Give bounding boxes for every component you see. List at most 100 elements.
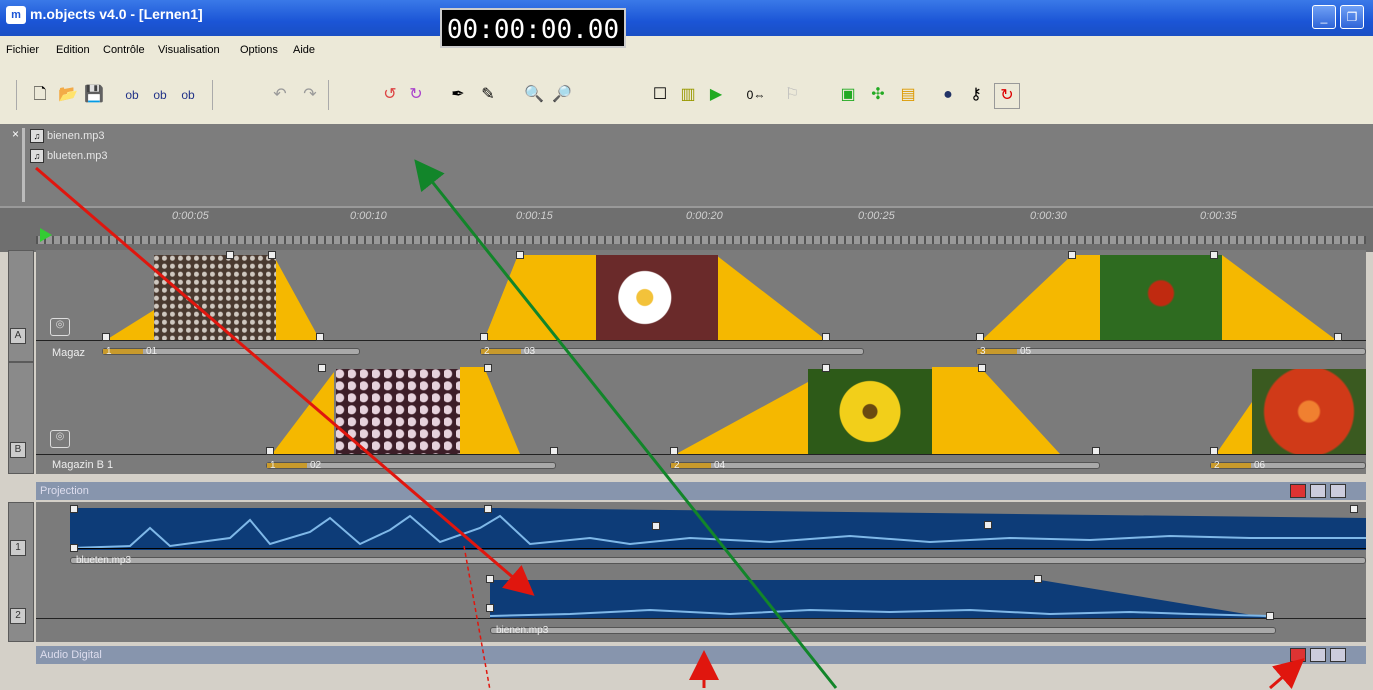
- audio-clip-bar[interactable]: [70, 557, 1366, 564]
- keyframe-handle[interactable]: [102, 333, 110, 341]
- keyframe-handle[interactable]: [268, 251, 276, 259]
- copy-icon[interactable]: [1310, 648, 1326, 662]
- slide-image[interactable]: [1100, 255, 1222, 340]
- obj-icon[interactable]: ob: [176, 83, 200, 107]
- volume-handle[interactable]: [1266, 612, 1274, 620]
- volume-handle[interactable]: [486, 575, 494, 583]
- keyframe-handle[interactable]: [550, 447, 558, 455]
- fade-ramp: [272, 372, 334, 454]
- zoom-in-icon[interactable]: 🔍: [522, 83, 546, 107]
- rotate-right-icon[interactable]: ↻: [404, 83, 428, 107]
- audio-clip-name: bienen.mp3: [496, 625, 549, 636]
- frame-icon[interactable]: ☐: [648, 83, 672, 107]
- keyframe-handle[interactable]: [1092, 447, 1100, 455]
- pen-icon[interactable]: ✎: [476, 83, 500, 107]
- list-item[interactable]: ♫ bienen.mp3: [30, 128, 105, 144]
- menu-fichier[interactable]: Fichier: [6, 44, 39, 56]
- audio-clip-bar[interactable]: [490, 627, 1276, 634]
- obj-add-icon[interactable]: ob: [120, 83, 144, 107]
- keyframe-handle[interactable]: [978, 364, 986, 372]
- keyframe-handle[interactable]: [316, 333, 324, 341]
- ruler-label: 0:00:35: [1200, 210, 1237, 222]
- keyframe-handle[interactable]: [1068, 251, 1076, 259]
- keyframe-handle[interactable]: [266, 447, 274, 455]
- undo-icon[interactable]: ↶: [268, 83, 292, 107]
- wand-icon[interactable]: ✒: [446, 83, 470, 107]
- collapse-icon[interactable]: [1330, 484, 1346, 498]
- menu-controle[interactable]: Contrôle: [103, 44, 145, 56]
- open-icon[interactable]: 📂: [56, 83, 80, 107]
- obj-add2-icon[interactable]: ob: [148, 83, 172, 107]
- counter-icon[interactable]: 0⇔: [744, 83, 768, 107]
- keyframe-handle[interactable]: [822, 333, 830, 341]
- play-marker-icon[interactable]: [40, 228, 52, 242]
- volume-handle[interactable]: [70, 544, 78, 552]
- record-icon[interactable]: [1290, 484, 1306, 498]
- save-icon[interactable]: 💾: [82, 83, 106, 107]
- window-title: m.objects v4.0 - [Lernen1]: [30, 6, 203, 22]
- close-icon[interactable]: ×: [12, 127, 19, 141]
- keyframe-handle[interactable]: [976, 333, 984, 341]
- ruler-label: 0:00:05: [172, 210, 209, 222]
- slide-image[interactable]: [808, 369, 932, 454]
- menu-edition[interactable]: Edition: [56, 44, 90, 56]
- image-green-icon[interactable]: ▣: [836, 83, 860, 107]
- dots-icon[interactable]: ●: [936, 83, 960, 107]
- key-icon[interactable]: ⚷: [964, 83, 988, 107]
- keyframe-handle[interactable]: [822, 364, 830, 372]
- track-a-header: [8, 250, 34, 362]
- rotate-left-icon[interactable]: ↺: [378, 83, 402, 107]
- m.objects-icon[interactable]: m: [6, 6, 26, 24]
- keyframe-handle[interactable]: [670, 447, 678, 455]
- volume-handle[interactable]: [484, 505, 492, 513]
- copy-icon[interactable]: [1310, 484, 1326, 498]
- music-note-icon: ♫: [30, 149, 44, 164]
- slide-image[interactable]: [154, 255, 276, 340]
- menu-visualisation[interactable]: Visualisation: [158, 44, 220, 56]
- redo-icon[interactable]: ↷: [298, 83, 322, 107]
- keyframe-handle[interactable]: [226, 251, 234, 259]
- projection-section-bar: Projection: [36, 482, 1366, 500]
- film-icon[interactable]: ▥: [676, 83, 700, 107]
- menu-options[interactable]: Options: [240, 44, 278, 56]
- slide-bar[interactable]: [670, 462, 1100, 469]
- record-icon[interactable]: [1290, 648, 1306, 662]
- volume-handle[interactable]: [1034, 575, 1042, 583]
- image-move-icon[interactable]: ✣: [866, 83, 890, 107]
- new-icon[interactable]: 🗋: [28, 83, 52, 107]
- slide-bar[interactable]: [976, 348, 1366, 355]
- slide-image[interactable]: [596, 255, 718, 340]
- restore-button[interactable]: ❐: [1340, 5, 1364, 29]
- volume-handle[interactable]: [984, 521, 992, 529]
- slide-image[interactable]: [1252, 369, 1366, 454]
- play-icon[interactable]: ▶: [704, 83, 728, 107]
- volume-handle[interactable]: [486, 604, 494, 612]
- volume-handle[interactable]: [652, 522, 660, 530]
- keyframe-handle[interactable]: [1210, 447, 1218, 455]
- slide-bar[interactable]: [102, 348, 360, 355]
- keyframe-handle[interactable]: [318, 364, 326, 372]
- slide-number: 06: [1254, 460, 1266, 471]
- keyframe-handle[interactable]: [516, 251, 524, 259]
- volume-handle[interactable]: [70, 505, 78, 513]
- list-item[interactable]: ♫ blueten.mp3: [30, 148, 108, 164]
- volume-handle[interactable]: [1350, 505, 1358, 513]
- slide-bar[interactable]: [1210, 462, 1366, 469]
- keyframe-handle[interactable]: [1334, 333, 1342, 341]
- book-icon[interactable]: ▤: [896, 83, 920, 107]
- zoom-out-icon[interactable]: 🔎: [550, 83, 574, 107]
- keyframe-handle[interactable]: [480, 333, 488, 341]
- minimize-button[interactable]: _: [1312, 5, 1336, 29]
- slide-image[interactable]: [336, 369, 460, 454]
- marker-icon[interactable]: ⚐: [780, 83, 804, 107]
- menu-aide[interactable]: Aide: [293, 44, 315, 56]
- keyframe-handle[interactable]: [1210, 251, 1218, 259]
- music-note-icon: ♫: [30, 129, 44, 144]
- collapse-icon[interactable]: [1330, 648, 1346, 662]
- loop-icon[interactable]: ↻: [994, 83, 1020, 109]
- slide-number: 05: [1020, 346, 1032, 357]
- audio-track-1-label: 1: [10, 540, 26, 556]
- fade-ramp: [1216, 402, 1252, 454]
- keyframe-handle[interactable]: [484, 364, 492, 372]
- slide-bar[interactable]: [480, 348, 864, 355]
